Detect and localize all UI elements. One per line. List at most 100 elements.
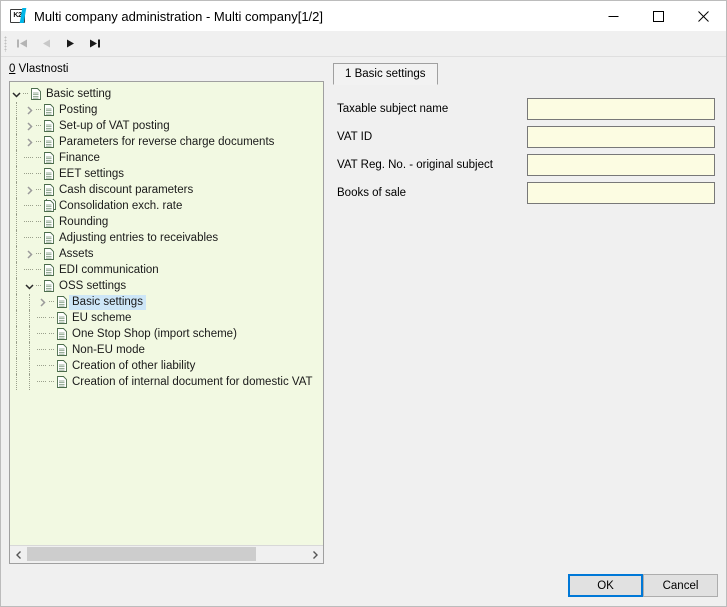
tree-connector (36, 198, 43, 214)
scrollbar-track[interactable] (27, 546, 306, 563)
tree-indent-guide (23, 294, 36, 310)
tree-item-label: Adjusting entries to receivables (59, 231, 219, 244)
tree-item-eu-scheme[interactable]: EU scheme (10, 310, 323, 326)
tree-indent-guide (10, 246, 23, 262)
properties-label: 0 Vlastnosti (9, 63, 324, 78)
chevron-left-icon[interactable] (10, 547, 27, 563)
chevron-right-icon[interactable] (36, 294, 49, 310)
field-input-books-of-sale[interactable] (527, 182, 715, 204)
tree-item-label: Non-EU mode (72, 343, 145, 356)
tree-item-label: EU scheme (72, 311, 132, 324)
tree-leaf-connector (23, 214, 36, 230)
field-label-taxable-subject-name: Taxable subject name (337, 103, 449, 115)
chevron-right-icon[interactable] (23, 182, 36, 198)
minimize-icon[interactable] (591, 1, 636, 31)
tree-item-label: EET settings (59, 167, 124, 180)
form-row-vat-reg-no-original-subject: VAT Reg. No. - original subject (337, 154, 718, 176)
tree-item-eet-settings[interactable]: EET settings (10, 166, 323, 182)
document-icon (56, 374, 69, 390)
cancel-button[interactable]: Cancel (643, 574, 718, 597)
document-icon (56, 326, 69, 342)
tree-indent-guide (10, 182, 23, 198)
chevron-down-icon[interactable] (10, 86, 23, 102)
dialog-content: 0 Vlastnosti Basic setting Posting Set-up … (1, 57, 726, 606)
tree-indent-guide (10, 294, 23, 310)
chevron-right-icon[interactable] (23, 246, 36, 262)
tree-leaf-connector (23, 230, 36, 246)
basic-settings-form: Taxable subject name VAT ID VAT Reg. No. -… (331, 86, 718, 564)
tab-basic-settings[interactable]: 1 Basic settings (333, 63, 438, 85)
document-icon (43, 150, 56, 166)
tree-item-one-stop-shop-import-scheme[interactable]: One Stop Shop (import scheme) (10, 326, 323, 342)
field-input-taxable-subject-name[interactable] (527, 98, 715, 120)
tree-item-oss-settings[interactable]: OSS settings (10, 278, 323, 294)
tree-item-basic-setting[interactable]: Basic setting (10, 86, 323, 102)
previous-record-button[interactable] (34, 33, 58, 55)
record-navigation-toolbar (1, 31, 726, 57)
tree-leaf-connector (23, 262, 36, 278)
tree-item-finance[interactable]: Finance (10, 150, 323, 166)
tree-horizontal-scrollbar[interactable] (10, 545, 323, 563)
tree-item-label: OSS settings (59, 279, 127, 292)
tree-indent-guide (10, 358, 23, 374)
tree-item-adjusting-entries-to-receivables[interactable]: Adjusting entries to receivables (10, 230, 323, 246)
tree-leaf-connector (36, 342, 49, 358)
chevron-right-icon[interactable] (306, 547, 323, 563)
tree-item-label: Creation of other liability (72, 359, 196, 372)
tree-item-creation-of-internal-document-for-domestic-vat[interactable]: Creation of internal document for domest… (10, 374, 323, 390)
tree-connector (49, 310, 56, 326)
tree-item-label: Basic setting (46, 87, 112, 100)
tree-connector (49, 342, 56, 358)
tree-item-consolidation-exch-rate[interactable]: Consolidation exch. rate (10, 198, 323, 214)
tree-item-basic-settings[interactable]: Basic settings (10, 294, 323, 310)
settings-tree[interactable]: Basic setting Posting Set-up of VAT postin… (9, 81, 324, 564)
chevron-right-icon[interactable] (23, 118, 36, 134)
document-icon (43, 230, 56, 246)
first-record-button[interactable] (10, 33, 34, 55)
scrollbar-thumb[interactable] (27, 547, 256, 561)
tree-indent-guide (10, 150, 23, 166)
tree-item-assets[interactable]: Assets (10, 246, 323, 262)
last-record-button[interactable] (82, 33, 106, 55)
tree-indent-guide (10, 198, 23, 214)
tree-item-label: One Stop Shop (import scheme) (72, 327, 237, 340)
tree-rows-container: Basic setting Posting Set-up of VAT postin… (10, 82, 323, 546)
tree-connector (36, 166, 43, 182)
tree-item-rounding[interactable]: Rounding (10, 214, 323, 230)
document-icon (43, 262, 56, 278)
tree-indent-guide (23, 310, 36, 326)
tree-item-posting[interactable]: Posting (10, 102, 323, 118)
document-icon (56, 358, 69, 374)
next-record-button[interactable] (58, 33, 82, 55)
tree-item-parameters-for-reverse-charge-documents[interactable]: Parameters for reverse charge documents (10, 134, 323, 150)
tree-leaf-connector (36, 358, 49, 374)
close-icon[interactable] (681, 1, 726, 31)
tree-connector (49, 294, 56, 310)
title-bar: K2 Multi company administration - Multi … (1, 1, 726, 31)
tree-item-edi-communication[interactable]: EDI communication (10, 262, 323, 278)
ok-button[interactable]: OK (568, 574, 643, 597)
tree-leaf-connector (23, 150, 36, 166)
tree-leaf-connector (23, 198, 36, 214)
tree-indent-guide (10, 118, 23, 134)
chevron-down-icon[interactable] (23, 278, 36, 294)
tree-indent-guide (10, 230, 23, 246)
field-input-vat-reg-no-original-subject[interactable] (527, 154, 715, 176)
tree-item-non-eu-mode[interactable]: Non-EU mode (10, 342, 323, 358)
tree-item-creation-of-other-liability[interactable]: Creation of other liability (10, 358, 323, 374)
tree-item-set-up-of-vat-posting[interactable]: Set-up of VAT posting (10, 118, 323, 134)
tree-indent-guide (10, 102, 23, 118)
field-input-vat-id[interactable] (527, 126, 715, 148)
k2-logo-icon: K2 (10, 8, 27, 24)
window-controls (591, 1, 726, 31)
toolbar-grip[interactable] (4, 35, 7, 52)
tree-item-label: Rounding (59, 215, 109, 228)
maximize-icon[interactable] (636, 1, 681, 31)
tree-item-cash-discount-parameters[interactable]: Cash discount parameters (10, 182, 323, 198)
chevron-right-icon[interactable] (23, 134, 36, 150)
chevron-right-icon[interactable] (23, 102, 36, 118)
tree-leaf-connector (36, 374, 49, 390)
document-icon (30, 86, 43, 102)
document-icon (43, 246, 56, 262)
tab-strip: 1 Basic settings (331, 63, 718, 87)
